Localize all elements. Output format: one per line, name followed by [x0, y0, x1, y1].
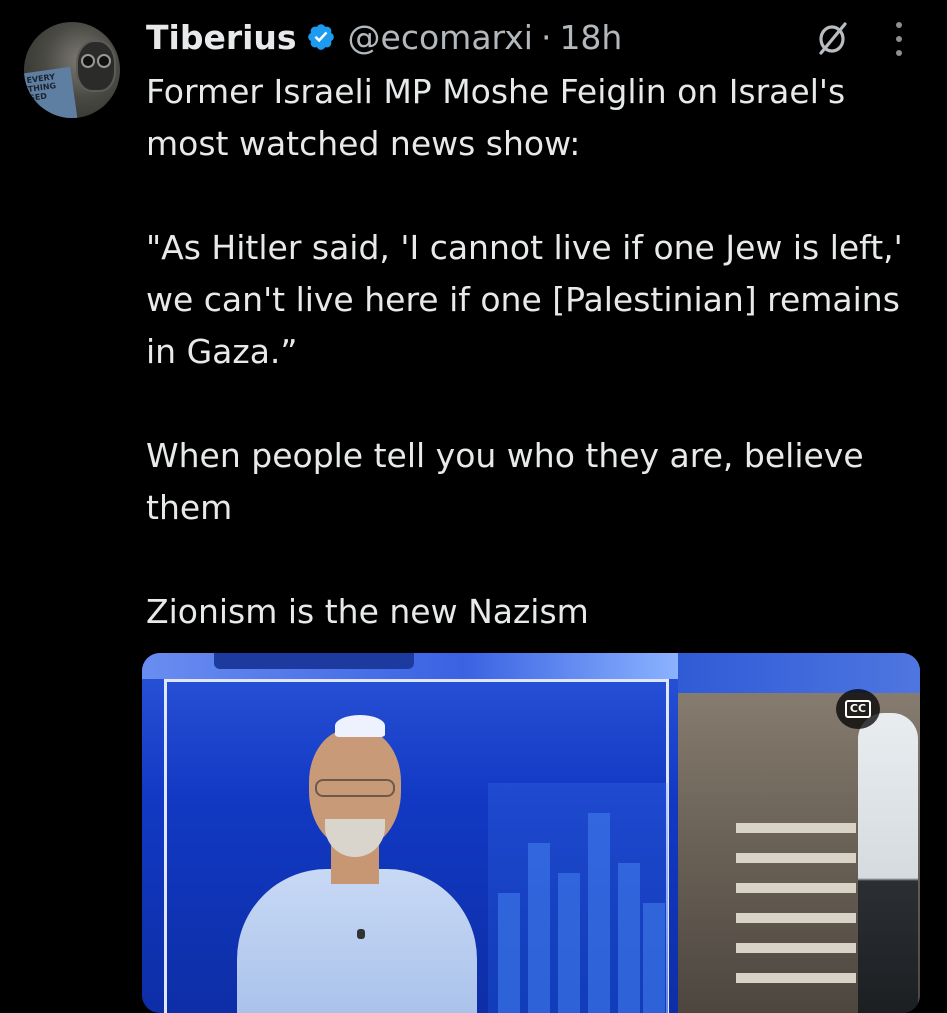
video-side-clip: [678, 653, 920, 1013]
tweet-text: Former Israeli MP Moshe Feiglin on Israe…: [146, 66, 926, 638]
grok-icon[interactable]: [816, 20, 850, 56]
closed-captions-label: CC: [844, 700, 872, 718]
tweet-timestamp[interactable]: 18h: [559, 18, 622, 57]
avatar-gas-mask: [76, 40, 116, 92]
tweet-paragraph: Former Israeli MP Moshe Feiglin on Israe…: [146, 72, 846, 163]
tweet-paragraph: When people tell you who they are, belie…: [146, 436, 864, 527]
author-avatar[interactable]: EVERY THING SED: [24, 22, 120, 118]
tweet-video[interactable]: CC: [142, 653, 920, 1013]
avatar-book: EVERY THING SED: [24, 66, 78, 118]
author-display-name[interactable]: Tiberius: [146, 18, 297, 57]
tweet-header: Tiberius @ecomarxi · 18h: [146, 12, 622, 62]
video-studio-panel: [142, 653, 678, 1013]
closed-captions-icon[interactable]: CC: [836, 689, 880, 729]
more-options-icon[interactable]: [893, 22, 905, 56]
tweet-paragraph: "As Hitler said, 'I cannot live if one J…: [146, 228, 903, 371]
verified-badge-icon: [307, 24, 334, 50]
header-separator: ·: [540, 17, 552, 57]
author-handle[interactable]: @ecomarxi: [348, 18, 533, 57]
tweet-paragraph: Zionism is the new Nazism: [146, 592, 589, 631]
video-speaker: [237, 709, 477, 1013]
